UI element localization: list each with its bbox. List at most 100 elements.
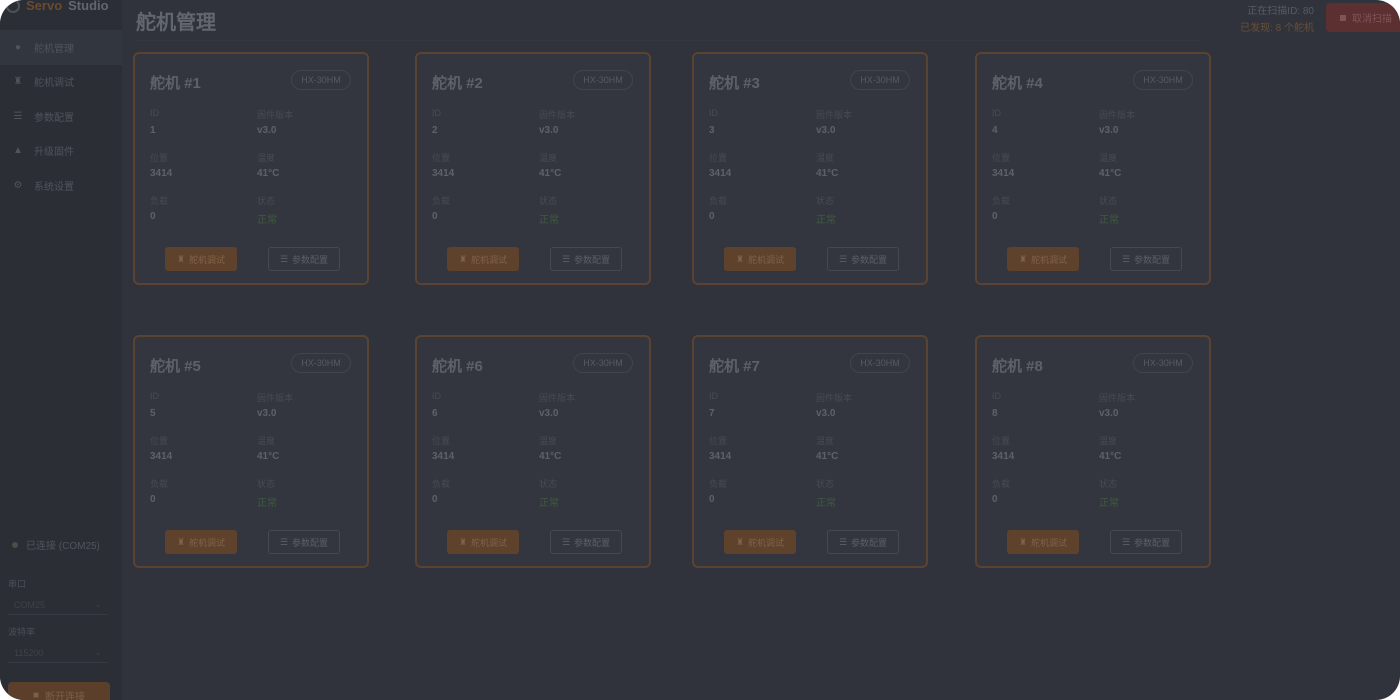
- load-value: 0: [432, 211, 438, 222]
- position-label: 位置: [150, 436, 169, 446]
- sidebar-item-label: 升级固件: [34, 147, 74, 159]
- temperature-label: 温度: [539, 153, 558, 163]
- load-value: 0: [992, 494, 998, 505]
- port-label: 串口: [8, 579, 27, 589]
- servo-icon: ●: [14, 41, 22, 53]
- servo-card: 舵机 #2 HX-30HM ID 固件版本 2 v3.0 位置 温度 3414 …: [415, 52, 651, 285]
- sliders-icon: ☰: [561, 536, 571, 547]
- parameter-config-button[interactable]: ☰ 参数配置: [827, 530, 899, 554]
- status-badge: 正常: [1099, 215, 1119, 226]
- servo-debug-label: 舵机调试: [1031, 537, 1068, 548]
- temperature-value: 41°C: [1099, 168, 1122, 179]
- load-value: 0: [992, 211, 998, 222]
- model-badge: HX-30HM: [1133, 70, 1193, 90]
- load-value: 0: [709, 211, 715, 222]
- port-select[interactable]: COM25 ⌄: [8, 595, 108, 615]
- parameter-config-button[interactable]: ☰ 参数配置: [268, 530, 340, 554]
- firmware-value: v3.0: [539, 408, 559, 419]
- position-label: 位置: [150, 153, 169, 163]
- firmware-label: 固件版本: [539, 393, 576, 403]
- model-badge: HX-30HM: [850, 70, 910, 90]
- sliders-icon: ☰: [279, 536, 289, 547]
- sidebar-item-label: 系统设置: [34, 181, 74, 193]
- position-label: 位置: [992, 436, 1011, 446]
- disconnect-button[interactable]: ■ 断开连接: [8, 682, 110, 700]
- parameter-config-label: 参数配置: [292, 537, 329, 548]
- sidebar: Servo Studio ● 舵机管理 ♜ 舵机调试 ☰ 参数配置 ▲ 升级固件…: [0, 0, 122, 700]
- baud-select[interactable]: 115200 ⌄: [8, 643, 108, 663]
- sidebar-item-parameters[interactable]: ☰ 参数配置: [0, 99, 122, 134]
- servo-debug-button[interactable]: ♜ 舵机调试: [165, 247, 237, 271]
- id-value: 4: [992, 125, 998, 136]
- temperature-label: 温度: [257, 153, 276, 163]
- header-divider: [136, 40, 1200, 41]
- id-label: ID: [709, 391, 718, 401]
- status-label: 状态: [257, 196, 276, 206]
- sliders-icon: ☰: [838, 253, 848, 264]
- servo-card: 舵机 #8 HX-30HM ID 固件版本 8 v3.0 位置 温度 3414 …: [975, 335, 1211, 568]
- load-label: 负载: [432, 196, 451, 206]
- servo-card: 舵机 #7 HX-30HM ID 固件版本 7 v3.0 位置 温度 3414 …: [692, 335, 928, 568]
- port-select-value: COM25: [14, 599, 46, 610]
- status-label: 状态: [257, 479, 276, 489]
- id-value: 2: [432, 125, 438, 136]
- position-value: 3414: [992, 451, 1015, 462]
- debug-icon: ♜: [735, 253, 745, 264]
- position-label: 位置: [709, 153, 728, 163]
- servo-title: 舵机 #8: [992, 358, 1043, 375]
- parameter-config-button[interactable]: ☰ 参数配置: [827, 247, 899, 271]
- sidebar-item-firmware[interactable]: ▲ 升级固件: [0, 134, 122, 169]
- servo-title: 舵机 #6: [432, 358, 483, 375]
- id-value: 3: [709, 125, 715, 136]
- servo-debug-button[interactable]: ♜ 舵机调试: [447, 530, 519, 554]
- position-label: 位置: [432, 436, 451, 446]
- parameter-config-button[interactable]: ☰ 参数配置: [1110, 247, 1182, 271]
- cancel-scan-label: 取消扫描: [1352, 14, 1392, 25]
- status-label: 状态: [1099, 196, 1118, 206]
- status-label: 状态: [816, 196, 835, 206]
- model-badge: HX-30HM: [1133, 353, 1193, 373]
- gear-icon: ⚙: [13, 179, 23, 191]
- parameter-config-button[interactable]: ☰ 参数配置: [268, 247, 340, 271]
- scan-status: 正在扫描ID: 80: [1247, 6, 1314, 17]
- servo-debug-button[interactable]: ♜ 舵机调试: [165, 530, 237, 554]
- cancel-scan-button[interactable]: 取消扫描: [1326, 3, 1400, 32]
- load-label: 负载: [992, 196, 1011, 206]
- servo-debug-button[interactable]: ♜ 舵机调试: [724, 530, 796, 554]
- servo-title: 舵机 #4: [992, 75, 1043, 92]
- brand-name-part1: Servo: [26, 0, 63, 13]
- app-window: Servo Studio ● 舵机管理 ♜ 舵机调试 ☰ 参数配置 ▲ 升级固件…: [0, 0, 1400, 700]
- debug-icon: ♜: [458, 253, 468, 264]
- sidebar-item-servo-debug[interactable]: ♜ 舵机调试: [0, 65, 122, 100]
- debug-icon: ♜: [176, 253, 186, 264]
- sidebar-item-settings[interactable]: ⚙ 系统设置: [0, 168, 122, 203]
- servo-title: 舵机 #2: [432, 75, 483, 92]
- firmware-value: v3.0: [816, 408, 836, 419]
- parameter-config-button[interactable]: ☰ 参数配置: [550, 247, 622, 271]
- servo-debug-button[interactable]: ♜ 舵机调试: [447, 247, 519, 271]
- sidebar-item-servo-management[interactable]: ● 舵机管理: [0, 30, 122, 65]
- firmware-label: 固件版本: [257, 110, 294, 120]
- servo-debug-label: 舵机调试: [748, 537, 785, 548]
- parameter-config-label: 参数配置: [1134, 537, 1171, 548]
- temperature-label: 温度: [816, 153, 835, 163]
- plug-icon: ■: [32, 689, 40, 700]
- temperature-value: 41°C: [257, 451, 280, 462]
- servo-debug-label: 舵机调试: [1031, 254, 1068, 265]
- servo-debug-button[interactable]: ♜ 舵机调试: [1007, 530, 1079, 554]
- model-badge: HX-30HM: [573, 70, 633, 90]
- servo-debug-button[interactable]: ♜ 舵机调试: [724, 247, 796, 271]
- position-label: 位置: [709, 436, 728, 446]
- position-value: 3414: [150, 451, 173, 462]
- debug-icon: ♜: [176, 536, 186, 547]
- temperature-value: 41°C: [257, 168, 280, 179]
- status-label: 状态: [539, 196, 558, 206]
- servo-debug-button[interactable]: ♜ 舵机调试: [1007, 247, 1079, 271]
- status-badge: 正常: [539, 215, 559, 226]
- temperature-label: 温度: [257, 436, 276, 446]
- position-value: 3414: [709, 168, 732, 179]
- parameter-config-label: 参数配置: [1134, 254, 1171, 265]
- position-value: 3414: [432, 168, 455, 179]
- parameter-config-button[interactable]: ☰ 参数配置: [550, 530, 622, 554]
- parameter-config-button[interactable]: ☰ 参数配置: [1110, 530, 1182, 554]
